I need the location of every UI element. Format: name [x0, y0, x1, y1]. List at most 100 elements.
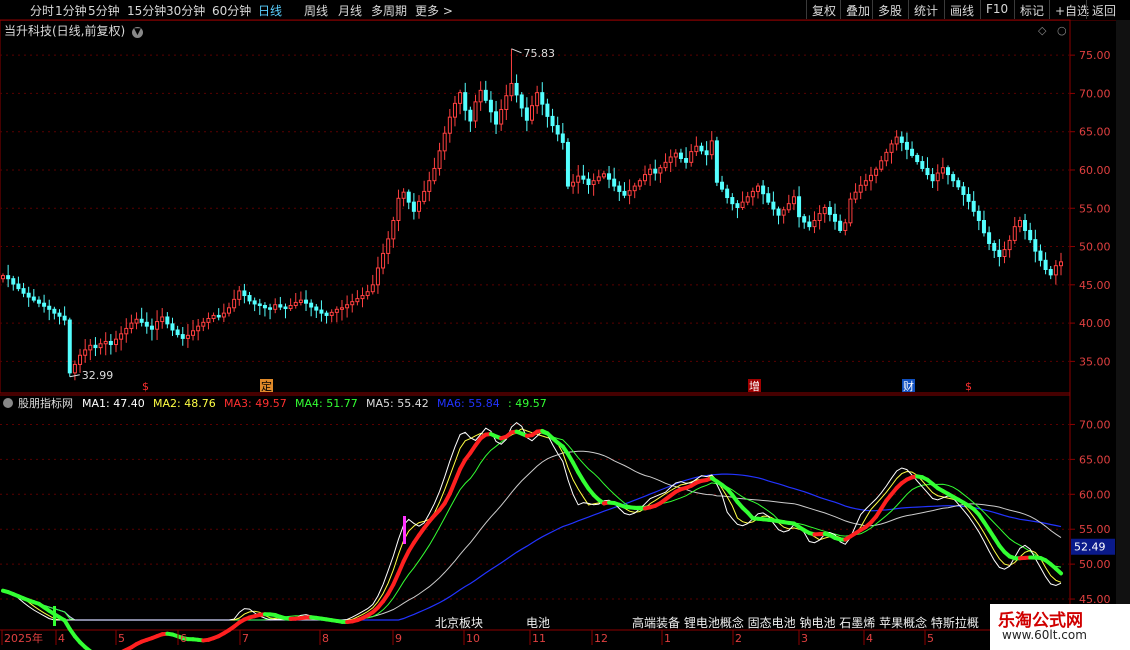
candle-body	[966, 193, 971, 202]
candle-body	[961, 186, 966, 195]
candle-body	[755, 185, 760, 192]
candle-body	[31, 296, 36, 301]
candle-body	[735, 203, 740, 208]
candle-body	[1002, 249, 1007, 257]
candle-body	[216, 314, 221, 318]
ma3-band-seg	[447, 479, 457, 496]
main-chart-frame	[0, 19, 1071, 394]
diamond-icon: ◇	[1038, 24, 1047, 37]
candle-body	[632, 185, 637, 192]
candle-body	[750, 190, 755, 198]
candle-body	[668, 156, 673, 163]
candle-body	[57, 312, 62, 317]
candle-body	[463, 92, 468, 111]
date-label-11: 2	[735, 632, 742, 645]
candle-body	[185, 334, 190, 339]
candle-body	[381, 252, 386, 269]
candle-body	[237, 290, 242, 300]
candle-body	[478, 89, 483, 103]
candle-body	[67, 319, 72, 374]
candle-body	[653, 168, 658, 174]
ma4-line	[2, 432, 1062, 621]
candle-body	[72, 363, 77, 374]
candle-body	[1017, 220, 1022, 228]
candle-body	[83, 349, 88, 356]
candle-body	[663, 161, 668, 169]
candle-body	[268, 307, 273, 310]
stock-chart[interactable]: 35.00 40.00 45.00 50.00 55.00 60.00 65.00 70.00…	[0, 0, 1130, 650]
candle-body	[817, 213, 822, 222]
candle-body	[642, 174, 647, 182]
candle-body	[504, 95, 509, 110]
price-tick-label-0: 35.00	[1079, 355, 1111, 368]
candle-body	[165, 316, 170, 325]
candle-body	[329, 311, 334, 316]
candle-body	[550, 115, 555, 127]
candle-body	[124, 327, 129, 335]
candle-body	[863, 180, 868, 186]
candle-body	[417, 200, 422, 212]
candle-body	[129, 322, 134, 329]
candle-body	[576, 175, 581, 183]
date-label-14: 5	[927, 632, 934, 645]
event-marker-3: 财	[903, 379, 914, 393]
candle-body	[956, 180, 961, 188]
candle-body	[940, 167, 945, 174]
candle-body	[155, 321, 160, 330]
ind-tick-label-4: 65.00	[1079, 453, 1111, 466]
candle-body	[781, 209, 786, 216]
candle-body	[386, 238, 391, 254]
candle-body	[946, 167, 951, 176]
candle-body	[488, 99, 493, 113]
candle-body	[252, 300, 257, 305]
candle-body	[113, 338, 118, 346]
candle-body	[422, 190, 427, 202]
sector-label-2: 高端装备 锂电池概念 固态电池 钠电池 石墨烯 苹果概念 特斯拉概	[632, 615, 979, 630]
date-label-1: 4	[58, 632, 65, 645]
high-marker-label: 75.83	[523, 47, 555, 60]
candle-body	[838, 220, 843, 231]
ma3-band-seg	[452, 466, 463, 484]
candle-body	[658, 167, 663, 174]
candle-body	[910, 148, 915, 156]
candle-body	[36, 299, 41, 304]
ma3-band-seg	[1053, 566, 1063, 576]
candle-body	[524, 107, 529, 121]
candle-body	[98, 343, 103, 349]
price-tick-label-2: 45.00	[1079, 279, 1111, 292]
ma5-line	[2, 450, 1062, 621]
candle-body	[678, 152, 683, 159]
candle-body	[1048, 269, 1053, 276]
candle-body	[175, 329, 180, 336]
candle-body	[514, 82, 519, 96]
candle-body	[848, 198, 853, 224]
price-tick-label-7: 70.00	[1079, 87, 1111, 100]
candle-body	[458, 92, 463, 104]
candle-body	[858, 184, 863, 193]
candle-body	[935, 172, 940, 182]
candle-body	[494, 111, 499, 125]
candle-body	[21, 288, 26, 294]
candle-body	[740, 201, 745, 208]
candle-body	[622, 190, 627, 196]
event-marker-4: $	[965, 380, 972, 393]
candle-body	[401, 191, 406, 199]
candle-body	[797, 196, 802, 218]
date-label-7: 10	[466, 632, 480, 645]
candle-body	[540, 92, 545, 105]
buy-signal-bar	[53, 606, 56, 626]
candle-body	[617, 185, 622, 192]
candle-body	[206, 318, 211, 323]
candle-body	[776, 208, 781, 216]
candle-body	[139, 318, 144, 323]
candle-body	[88, 344, 93, 351]
sell-signal-bar	[403, 516, 406, 544]
candle-body	[149, 325, 154, 330]
candle-body	[545, 103, 550, 117]
candle-body	[324, 312, 329, 316]
candle-body	[730, 197, 735, 205]
candle-body	[591, 180, 596, 186]
candle-body	[689, 151, 694, 163]
ind-tick-label-5: 70.00	[1079, 418, 1111, 431]
candle-body	[499, 108, 504, 125]
